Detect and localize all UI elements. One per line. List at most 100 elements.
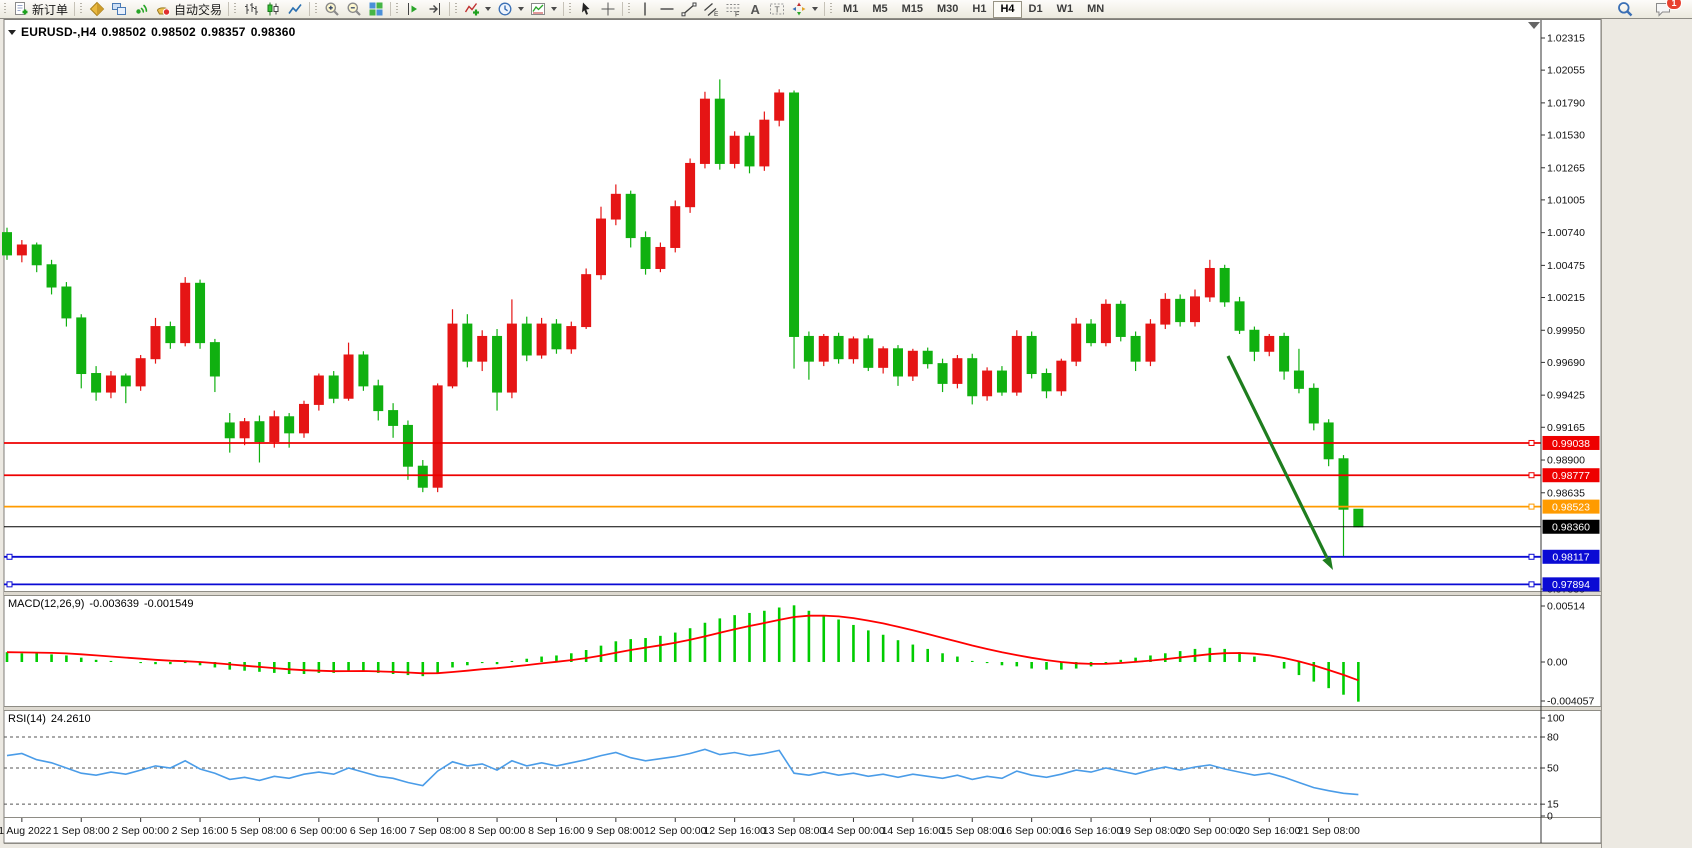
time-axis-label: 6 Sep 16:00 xyxy=(350,825,407,837)
auto-trading-button[interactable]: 自动交易 xyxy=(152,1,225,18)
chevron-down-icon[interactable] xyxy=(551,7,557,11)
timeframe-d1[interactable]: D1 xyxy=(1022,1,1050,18)
toolbar-grip[interactable] xyxy=(315,3,317,15)
rsi-tick-label: 0 xyxy=(1547,811,1553,823)
panel-splitter[interactable] xyxy=(4,592,1601,596)
toolbar-separator xyxy=(824,2,825,16)
line-chart-button[interactable] xyxy=(284,1,306,18)
candle-body xyxy=(285,417,294,433)
candle-body xyxy=(32,245,41,265)
search-icon xyxy=(1617,1,1633,17)
zoom-in-button[interactable] xyxy=(321,1,343,18)
toolbar-grip[interactable] xyxy=(455,3,457,15)
timeframe-m5[interactable]: M5 xyxy=(865,1,894,18)
candlestick-chart-button[interactable] xyxy=(262,1,284,18)
chevron-down-icon[interactable] xyxy=(485,7,491,11)
time-axis-label: 9 Sep 08:00 xyxy=(588,825,645,837)
candle-body xyxy=(582,275,591,327)
macd-tick-label: -0.004057 xyxy=(1547,696,1594,708)
candle xyxy=(760,112,769,171)
candle-body xyxy=(641,238,650,269)
candle-body xyxy=(121,376,130,386)
candle-body xyxy=(92,374,101,393)
new-order-button[interactable]: 新订单 xyxy=(10,1,71,18)
timeframe-m15[interactable]: M15 xyxy=(895,1,930,18)
toolbar-right-controls: 1 xyxy=(1614,1,1690,18)
indicators-button[interactable] xyxy=(461,1,494,18)
toolbar-grip[interactable] xyxy=(396,3,398,15)
bid-price-label-text: 0.98360 xyxy=(1552,522,1590,534)
level-handle[interactable] xyxy=(7,582,12,587)
arrows-button[interactable] xyxy=(788,1,821,18)
time-axis-label: 20 Sep 16:00 xyxy=(1238,825,1301,837)
new-order-button-label: 新订单 xyxy=(32,1,68,18)
toolbar-grip[interactable] xyxy=(80,3,82,15)
chevron-down-icon[interactable] xyxy=(518,7,524,11)
toolbar-separator xyxy=(309,2,310,16)
timeframe-m30[interactable]: M30 xyxy=(930,1,965,18)
toolbar-separator xyxy=(74,2,75,16)
candle-body xyxy=(879,349,888,368)
candle-body xyxy=(300,404,309,432)
auto-scroll-button[interactable] xyxy=(402,1,424,18)
timeframe-h1[interactable]: H1 xyxy=(965,1,993,18)
candle-body xyxy=(1324,423,1333,459)
level-handle[interactable] xyxy=(1529,473,1534,478)
ohlc-close: 0.98360 xyxy=(251,25,296,39)
candle-body xyxy=(1101,304,1110,342)
tile-windows-button[interactable] xyxy=(365,1,387,18)
level-handle[interactable] xyxy=(7,554,12,559)
trendline-button[interactable] xyxy=(678,1,700,18)
auto-trading-icon xyxy=(155,1,171,17)
candle-body xyxy=(17,245,26,255)
text-button[interactable]: A xyxy=(744,1,766,18)
price-tick-label: 1.01005 xyxy=(1547,194,1585,206)
timeframe-mn[interactable]: MN xyxy=(1080,1,1111,18)
text-label-button[interactable]: T xyxy=(766,1,788,18)
mql5-community-button[interactable] xyxy=(86,1,108,18)
fibonacci-button[interactable]: F xyxy=(722,1,744,18)
price-tick-label: 1.00740 xyxy=(1547,227,1585,239)
chart-shift-button[interactable] xyxy=(424,1,446,18)
market-button[interactable] xyxy=(108,1,130,18)
horizontal-line-button[interactable] xyxy=(656,1,678,18)
search-button[interactable] xyxy=(1614,1,1636,18)
candle xyxy=(686,158,695,212)
time-axis-label: 5 Sep 08:00 xyxy=(231,825,288,837)
bar-chart-button[interactable] xyxy=(240,1,262,18)
level-handle[interactable] xyxy=(1529,554,1534,559)
zoom-out-button[interactable] xyxy=(343,1,365,18)
chart-canvas[interactable]: 1.023151.020551.017901.015301.012651.010… xyxy=(0,0,1692,848)
candle-body xyxy=(1072,324,1081,361)
level-handle[interactable] xyxy=(1529,504,1534,509)
level-handle[interactable] xyxy=(1529,440,1534,445)
candle-body xyxy=(983,371,992,396)
timeframe-h4[interactable]: H4 xyxy=(993,1,1021,18)
cursor-button[interactable] xyxy=(575,1,597,18)
toolbar-grip[interactable] xyxy=(4,3,6,15)
timeframe-m1[interactable]: M1 xyxy=(836,1,865,18)
notifications-button[interactable]: 1 xyxy=(1652,1,1674,18)
toolbar-grip[interactable] xyxy=(234,3,236,15)
equidistant-channel-button[interactable]: E xyxy=(700,1,722,18)
panel-splitter[interactable] xyxy=(4,707,1601,711)
toolbar-grip[interactable] xyxy=(628,3,630,15)
candle-body xyxy=(1280,336,1289,371)
toolbar-grip[interactable] xyxy=(830,3,832,15)
level-handle[interactable] xyxy=(1529,582,1534,587)
chart-menu-icon[interactable] xyxy=(8,30,16,35)
toolbar-grip[interactable] xyxy=(569,3,571,15)
candle-body xyxy=(1309,388,1318,423)
candle-body xyxy=(819,336,828,361)
candle xyxy=(1220,265,1229,307)
vertical-line-button[interactable] xyxy=(634,1,656,18)
candle xyxy=(329,371,338,403)
candle xyxy=(582,268,591,329)
crosshair-button[interactable] xyxy=(597,1,619,18)
candle-body xyxy=(908,351,917,376)
templates-button[interactable] xyxy=(527,1,560,18)
chevron-down-icon[interactable] xyxy=(812,7,818,11)
periods-button[interactable] xyxy=(494,1,527,18)
timeframe-w1[interactable]: W1 xyxy=(1050,1,1081,18)
signals-button[interactable] xyxy=(130,1,152,18)
